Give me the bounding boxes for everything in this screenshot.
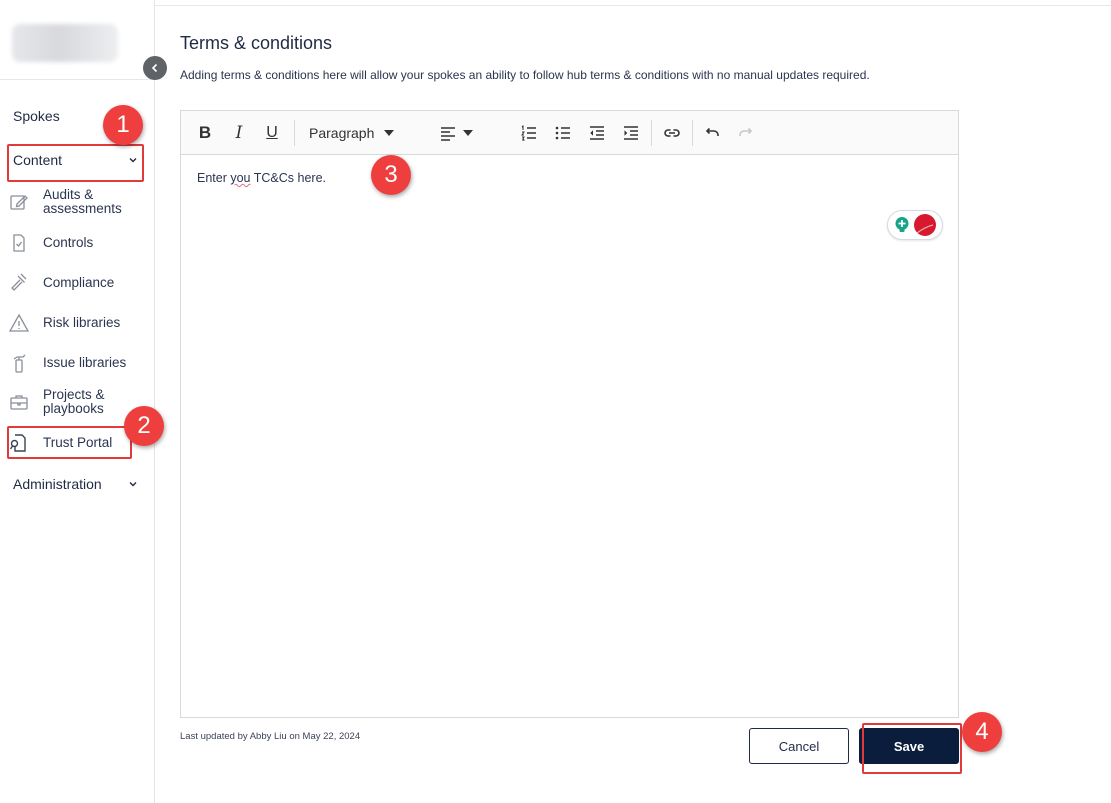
- block-format-label: Paragraph: [309, 125, 375, 141]
- edit-icon: [8, 191, 30, 213]
- undo-button[interactable]: [702, 122, 722, 144]
- save-button[interactable]: Save: [859, 728, 959, 764]
- outdent-button[interactable]: [587, 122, 607, 144]
- align-dropdown[interactable]: [439, 122, 479, 144]
- warning-triangle-icon: [8, 312, 30, 334]
- sidebar-item-controls[interactable]: Controls: [8, 232, 148, 254]
- collapse-sidebar-button[interactable]: [143, 56, 167, 80]
- gavel-icon: [8, 272, 30, 294]
- chevron-down-icon: [129, 158, 137, 163]
- numbered-list-button[interactable]: [519, 122, 539, 144]
- toolbar-divider: [294, 120, 295, 146]
- indent-icon: [624, 126, 638, 140]
- caret-down-icon: [463, 130, 473, 136]
- sidebar-item-label: Risk libraries: [43, 315, 121, 330]
- toolbar-divider: [651, 120, 652, 146]
- cancel-button[interactable]: Cancel: [749, 728, 849, 764]
- insert-link-button[interactable]: [662, 122, 682, 144]
- caret-down-icon: [384, 130, 395, 136]
- document-search-icon: [8, 432, 30, 454]
- nav-content-label: Content: [13, 152, 63, 168]
- rich-text-editor: B I U Paragraph Enter you TC&Cs here.: [180, 110, 959, 718]
- document-check-icon: [8, 232, 30, 254]
- sidebar-item-issue-libraries[interactable]: Issue libraries: [8, 352, 148, 374]
- nav-administration[interactable]: Administration: [13, 476, 138, 492]
- editor-content-area[interactable]: Enter you TC&Cs here.: [181, 155, 958, 717]
- link-icon: [664, 129, 680, 137]
- grammar-assistant-widget[interactable]: [887, 210, 943, 240]
- toolbar-divider: [692, 120, 693, 146]
- indent-button[interactable]: [621, 122, 641, 144]
- redo-icon: [739, 127, 753, 136]
- chevron-left-icon: [151, 63, 158, 73]
- bold-button[interactable]: B: [197, 122, 213, 144]
- sidebar-item-label: Controls: [43, 235, 94, 250]
- nav-spokes-label: Spokes: [13, 108, 60, 124]
- nav-content[interactable]: Content: [13, 152, 138, 168]
- annotation-badge-1: 1: [103, 105, 143, 145]
- bullet-list-button[interactable]: [553, 122, 573, 144]
- block-format-dropdown[interactable]: Paragraph: [309, 122, 399, 144]
- page-title: Terms & conditions: [180, 33, 333, 53]
- annotation-badge-4: 4: [962, 712, 1002, 752]
- sidebar-item-risk-libraries[interactable]: Risk libraries: [8, 312, 148, 334]
- italic-button[interactable]: I: [231, 122, 247, 144]
- undo-icon: [705, 127, 719, 136]
- nav-administration-label: Administration: [13, 476, 102, 492]
- sidebar-item-label: Compliance: [43, 275, 115, 290]
- annotation-badge-2: 2: [124, 406, 164, 446]
- top-divider: [0, 5, 1111, 6]
- annotation-badge-3: 3: [371, 155, 411, 195]
- numbered-list-icon: [521, 125, 536, 141]
- underline-button[interactable]: U: [264, 122, 280, 144]
- align-left-icon: [441, 127, 455, 141]
- fire-extinguisher-icon: [8, 352, 30, 374]
- sidebar-item-label: Trust Portal: [43, 435, 113, 450]
- briefcase-icon: [8, 391, 30, 413]
- outdent-icon: [590, 126, 604, 140]
- page-subtitle: Adding terms & conditions here will allo…: [180, 68, 870, 82]
- chevron-down-icon: [129, 482, 137, 487]
- bullet-list-icon: [555, 126, 570, 140]
- lightbulb-icon: [895, 217, 909, 232]
- sidebar-item-audits[interactable]: Audits & assessments: [8, 188, 148, 216]
- nav-spokes[interactable]: Spokes: [13, 108, 60, 124]
- editor-text-misspelled: you: [230, 171, 251, 185]
- editor-text-after: TC&Cs here.: [250, 171, 327, 185]
- editor-text-before: Enter: [197, 171, 231, 185]
- sidebar-item-projects[interactable]: Projects & playbooks: [8, 388, 148, 416]
- editor-toolbar: B I U Paragraph: [181, 111, 958, 155]
- sidebar-item-label: Issue libraries: [43, 355, 127, 370]
- last-updated-text: Last updated by Abby Liu on May 22, 2024: [180, 731, 361, 742]
- logo-divider: [0, 79, 155, 80]
- sidebar-item-compliance[interactable]: Compliance: [8, 272, 148, 294]
- sidebar-item-label: Audits & assessments: [43, 187, 122, 216]
- redo-button[interactable]: [736, 122, 756, 144]
- blurred-logo: [12, 24, 118, 62]
- editor-text: Enter you TC&Cs here.: [197, 171, 326, 185]
- grammarly-icon: [914, 214, 936, 236]
